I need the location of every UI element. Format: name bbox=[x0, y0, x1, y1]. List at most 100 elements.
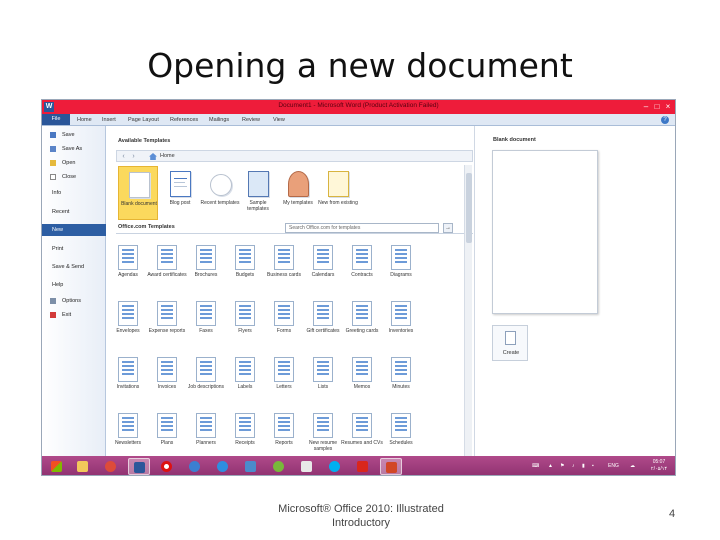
generic-app-icon[interactable] bbox=[296, 458, 318, 475]
office-template-item[interactable]: Job descriptions bbox=[184, 351, 228, 405]
sidebar-item-save-send[interactable]: Save & Send bbox=[42, 261, 106, 273]
vertical-scrollbar[interactable] bbox=[464, 165, 472, 456]
office-template-item[interactable]: Faxes bbox=[184, 295, 228, 349]
tab-page-layout[interactable]: Page Layout bbox=[128, 115, 159, 125]
template-search-input[interactable]: Search Office.com for templates bbox=[285, 223, 439, 233]
sidebar-item-open[interactable]: Open bbox=[42, 157, 106, 169]
signal-icon[interactable]: ▮ bbox=[582, 456, 585, 475]
tab-mailings[interactable]: Mailings bbox=[209, 115, 229, 125]
sidebar-item-new[interactable]: New bbox=[42, 224, 111, 236]
office-template-item[interactable]: Reports bbox=[262, 407, 306, 461]
start-button[interactable] bbox=[46, 458, 68, 475]
office-template-item[interactable]: Envelopes bbox=[106, 295, 150, 349]
tab-references[interactable]: References bbox=[170, 115, 198, 125]
sidebar-item-info[interactable]: Info bbox=[42, 187, 106, 199]
office-template-item[interactable]: Newsletters bbox=[106, 407, 150, 461]
acrobat-icon[interactable] bbox=[352, 458, 374, 475]
word-taskbar-icon[interactable] bbox=[128, 458, 150, 475]
network-icon[interactable] bbox=[240, 458, 262, 475]
internet-explorer-icon[interactable] bbox=[212, 458, 234, 475]
media-player-icon[interactable] bbox=[184, 458, 206, 475]
nav-location[interactable]: Home bbox=[160, 152, 175, 161]
word-window: W Document1 - Microsoft Word (Product Ac… bbox=[41, 99, 676, 476]
office-template-item[interactable]: Labels bbox=[223, 351, 267, 405]
volume-icon[interactable]: ♪ bbox=[572, 456, 575, 475]
office-template-item[interactable]: Minutes bbox=[379, 351, 423, 405]
sidebar-item-save-as[interactable]: Save As bbox=[42, 143, 106, 155]
office-template-item[interactable]: Brochures bbox=[184, 239, 228, 293]
taskbar: ⌨ ▲ ⚑ ♪ ▮ ▪ ENG ☁ 05:07 ۲/۰۵/۱۴ bbox=[42, 456, 675, 475]
sidebar-item-save[interactable]: Save bbox=[42, 129, 106, 141]
keyboard-icon[interactable]: ⌨ bbox=[532, 456, 539, 475]
template-sample[interactable]: Sample templates bbox=[238, 166, 278, 220]
tray-expand-icon[interactable]: ▲ bbox=[548, 456, 553, 475]
tab-home[interactable]: Home bbox=[77, 115, 92, 125]
sidebar-item-help[interactable]: Help bbox=[42, 279, 106, 291]
search-go-button[interactable]: → bbox=[443, 223, 453, 233]
sidebar-item-print[interactable]: Print bbox=[42, 243, 106, 255]
office-template-item[interactable]: Gift certificates bbox=[301, 295, 345, 349]
minimize-button[interactable]: – bbox=[641, 101, 651, 112]
office-template-item[interactable]: Contracts bbox=[340, 239, 384, 293]
office-template-item[interactable]: Memos bbox=[340, 351, 384, 405]
tab-insert[interactable]: Insert bbox=[102, 115, 116, 125]
home-icon[interactable] bbox=[149, 153, 157, 160]
scroll-thumb[interactable] bbox=[466, 173, 472, 243]
forward-arrow-icon[interactable]: › bbox=[129, 152, 138, 161]
powerpoint-icon[interactable] bbox=[380, 458, 402, 475]
office-template-item[interactable]: Greeting cards bbox=[340, 295, 384, 349]
office-template-item[interactable]: Business cards bbox=[262, 239, 306, 293]
office-template-item[interactable]: Diagrams bbox=[379, 239, 423, 293]
office-template-item[interactable]: Budgets bbox=[223, 239, 267, 293]
blank-document-icon bbox=[129, 172, 150, 198]
office-template-item[interactable]: Agendas bbox=[106, 239, 150, 293]
back-arrow-icon[interactable]: ‹ bbox=[119, 152, 128, 161]
office-template-item[interactable]: Invoices bbox=[145, 351, 189, 405]
sidebar-item-recent[interactable]: Recent bbox=[42, 206, 106, 218]
title-bar: W Document1 - Microsoft Word (Product Ac… bbox=[42, 100, 675, 114]
maximize-button[interactable]: □ bbox=[652, 101, 662, 112]
template-recent[interactable]: Recent templates bbox=[200, 166, 240, 220]
template-blank-document[interactable]: Blank document bbox=[118, 166, 158, 220]
sidebar-item-exit[interactable]: Exit bbox=[42, 309, 106, 321]
template-blog-post[interactable]: Blog post bbox=[160, 166, 200, 220]
power-icon[interactable]: ▪ bbox=[592, 456, 594, 475]
cloud-icon[interactable]: ☁ bbox=[630, 456, 635, 475]
template-my-templates[interactable]: My templates bbox=[278, 166, 318, 220]
help-icon[interactable]: ? bbox=[661, 116, 669, 124]
opera-icon[interactable] bbox=[156, 458, 178, 475]
template-new-from-existing[interactable]: New from existing bbox=[318, 166, 358, 220]
template-thumbnail-icon bbox=[157, 413, 177, 438]
office-template-item[interactable]: Receipts bbox=[223, 407, 267, 461]
flag-icon[interactable]: ⚑ bbox=[560, 456, 564, 475]
chrome-icon[interactable] bbox=[100, 458, 122, 475]
skype-icon[interactable] bbox=[324, 458, 346, 475]
tab-file[interactable]: File bbox=[42, 114, 70, 125]
sidebar-item-close[interactable]: Close bbox=[42, 171, 106, 183]
office-template-item[interactable]: Lists bbox=[301, 351, 345, 405]
office-template-item[interactable]: Inventories bbox=[379, 295, 423, 349]
office-template-item[interactable]: Flyers bbox=[223, 295, 267, 349]
language-indicator[interactable]: ENG bbox=[608, 456, 619, 475]
office-template-item[interactable]: Plans bbox=[145, 407, 189, 461]
create-button[interactable]: Create bbox=[492, 325, 528, 361]
office-template-item[interactable]: Planners bbox=[184, 407, 228, 461]
office-template-item[interactable]: Schedules bbox=[379, 407, 423, 461]
blog-post-icon bbox=[170, 171, 191, 197]
file-explorer-icon[interactable] bbox=[72, 458, 94, 475]
tab-review[interactable]: Review bbox=[242, 115, 260, 125]
office-template-item[interactable]: Calendars bbox=[301, 239, 345, 293]
utorrent-icon[interactable] bbox=[268, 458, 290, 475]
tab-view[interactable]: View bbox=[273, 115, 285, 125]
office-template-item[interactable]: Resumes and CVs bbox=[340, 407, 384, 461]
office-template-item[interactable]: Expense reports bbox=[145, 295, 189, 349]
office-template-item[interactable]: Award certificates bbox=[145, 239, 189, 293]
office-template-item[interactable]: New resume samples bbox=[301, 407, 345, 461]
office-template-item[interactable]: Forms bbox=[262, 295, 306, 349]
sidebar-item-options[interactable]: Options bbox=[42, 295, 106, 307]
close-button[interactable]: × bbox=[663, 101, 673, 112]
office-template-item[interactable]: Invitations bbox=[106, 351, 150, 405]
office-template-label: Receipts bbox=[235, 440, 255, 446]
system-clock[interactable]: 05:07 ۲/۰۵/۱۴ bbox=[644, 459, 674, 473]
office-template-item[interactable]: Letters bbox=[262, 351, 306, 405]
